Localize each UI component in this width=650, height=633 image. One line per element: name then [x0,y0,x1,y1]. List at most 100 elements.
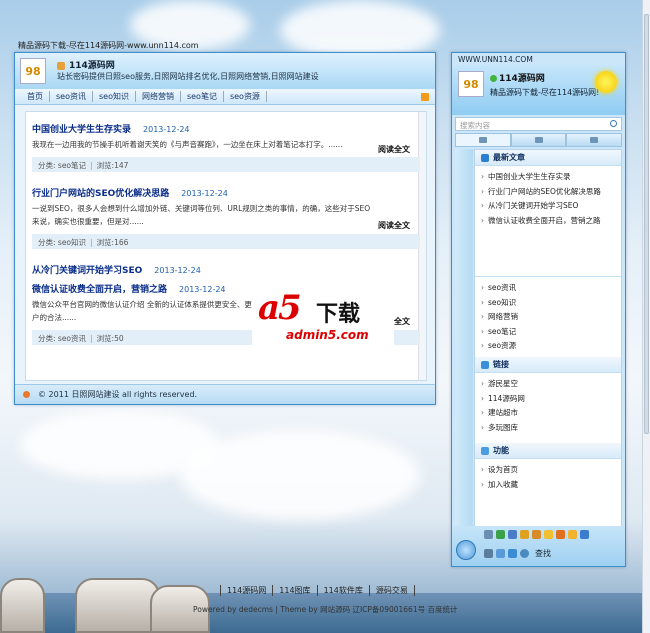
tab-stats[interactable] [566,133,623,147]
nav-seo-resources[interactable]: seo资源 [224,91,267,102]
set-homepage-link[interactable]: 设为首页 [481,463,615,478]
link-icon [481,360,489,369]
functions-list: 设为首页 加入收藏 [475,459,621,496]
settings-icon[interactable] [484,549,493,558]
nav-seo-notes[interactable]: seo笔记 [181,91,224,102]
category-item[interactable]: seo资源 [481,339,615,354]
tab-contacts[interactable] [455,133,511,147]
sound-icon[interactable] [496,549,505,558]
search-placeholder: 搜索内容 [460,121,490,130]
latest-articles-title: 最新文章 [493,153,525,162]
a5-logo-url: admin5.com [286,328,369,342]
online-status-icon[interactable] [490,75,497,82]
nav-seo-news[interactable]: seo资讯 [50,91,93,102]
functions-header[interactable]: 功能 [475,443,621,459]
category-item[interactable]: seo知识 [481,296,615,311]
messages-icon[interactable] [508,549,517,558]
add-favorite-link[interactable]: 加入收藏 [481,478,615,493]
weather-sun-icon[interactable] [595,71,617,93]
article-date: 2013-12-24 [179,285,226,294]
a5-logo-text: 下载 [316,302,361,327]
links-title: 链接 [493,360,509,369]
app-icon[interactable] [544,530,553,539]
article-title[interactable]: 微信认证收费全面开启，营销之路 [32,282,167,295]
search-icon[interactable] [610,120,617,127]
find-icon[interactable] [520,549,529,558]
article-category[interactable]: 分类: seo资讯 [38,334,86,343]
cloud [180,430,420,520]
tool-icons-row: 查找 [484,548,551,559]
latest-article-item[interactable]: 从冷门关键词开始学习SEO [481,199,615,214]
links-list: 游民星空 114源码网 建站超市 多玩图库 [475,373,621,443]
side-search-input[interactable]: 搜索内容 [455,117,622,131]
link-item[interactable]: 游民星空 [481,377,615,392]
powered-by-text: Powered by dedecms | Theme by 网站源码 辽ICP备… [193,605,458,614]
site-title[interactable]: 114源码网 [69,61,115,71]
side-signature[interactable]: 精品源码下载-尽在114源码网! [490,87,599,98]
footer-link[interactable]: 114源码网 [220,585,272,596]
site-title-wrap: 114源码网 [57,58,115,71]
article-category[interactable]: 分类: seo知识 [38,238,86,247]
rss-icon[interactable] [421,93,429,101]
article-title[interactable]: 从冷门关键词开始学习SEO [32,263,142,276]
category-list: seo资讯 seo知识 网络营销 seo笔记 seo资源 [475,277,621,357]
side-name: 114源码网 [499,74,545,84]
side-name-wrap: 114源码网 [490,71,545,84]
side-strip [455,149,473,529]
article-excerpt: 一说到SEO，很多人会想到什么增加外链、关键词等位列、URL规则之类的事情，的确… [32,204,371,226]
read-more-link[interactable]: 阅读全文 [378,144,410,155]
link-item[interactable]: 建站超市 [481,406,615,421]
app-icon[interactable] [556,530,565,539]
nav-marketing[interactable]: 网络营销 [136,91,181,102]
article-views: 浏览:166 [96,238,129,247]
footer-dot-icon [23,391,30,398]
article-date: 2013-12-24 [154,266,201,275]
scrollbar-thumb[interactable] [644,14,649,434]
main-nav: 首页 seo资讯 seo知识 网络营销 seo笔记 seo资源 [15,89,435,105]
latest-article-item[interactable]: 微信认证收费全面开启，营销之路 [481,214,615,229]
side-avatar[interactable]: 98 [458,71,484,97]
nav-home[interactable]: 首页 [21,91,50,102]
footer-link[interactable]: 114图库 [272,585,316,596]
article-views: 浏览:50 [96,334,124,343]
latest-article-item[interactable]: 中国创业大学生生存实录 [481,170,615,185]
latest-articles-list: 中国创业大学生生存实录 行业门户网站的SEO优化解决思路 从冷门关键词开始学习S… [475,166,621,276]
beach-chair-image [0,578,45,633]
app-icon[interactable] [484,530,493,539]
app-icon[interactable] [508,530,517,539]
latest-article-item[interactable]: 行业门户网站的SEO优化解决思路 [481,185,615,200]
footer-link[interactable]: 源码交易 [368,585,415,596]
article-meta: 分类: seo笔记 | 浏览:147 [32,157,420,172]
latest-articles-header[interactable]: 最新文章 [475,150,621,166]
site-logo[interactable]: 98 [20,58,46,84]
category-item[interactable]: seo笔记 [481,325,615,340]
article-title[interactable]: 中国创业大学生生存实录 [32,122,131,135]
article-views: 浏览:147 [96,161,129,170]
app-icon[interactable] [520,530,529,539]
app-icon[interactable] [532,530,541,539]
article-item: 行业门户网站的SEO优化解决思路 2013-12-24 一说到SEO，很多人会想… [32,186,420,249]
nav-seo-knowledge[interactable]: seo知识 [93,91,136,102]
page-scrollbar[interactable] [642,0,650,633]
app-icon[interactable] [580,530,589,539]
article-category[interactable]: 分类: seo笔记 [38,161,86,170]
cloud [280,0,440,60]
copyright-text: © 2011 日照网站建设 all rights reserved. [38,390,198,399]
category-item[interactable]: 网络营销 [481,310,615,325]
qq-menu-icon[interactable] [456,540,476,560]
links-header[interactable]: 链接 [475,357,621,373]
chat-icon [534,137,543,143]
app-icon[interactable] [496,530,505,539]
site-slogan: 站长密码提供日照seo服务,日照网站排名优化,日照网络营销,日照网站建设 [57,72,319,81]
link-item[interactable]: 114源码网 [481,392,615,407]
find-label[interactable]: 查找 [535,548,551,559]
article-title[interactable]: 行业门户网站的SEO优化解决思路 [32,186,169,199]
tab-groups[interactable] [510,133,567,147]
read-more-link[interactable]: 全文 [394,316,410,327]
link-item[interactable]: 多玩图库 [481,421,615,436]
footer-link[interactable]: 114软件库 [316,585,369,596]
side-profile: 98 114源码网 精品源码下载-尽在114源码网! [452,65,625,115]
app-icon[interactable] [568,530,577,539]
read-more-link[interactable]: 阅读全文 [378,220,410,231]
category-item[interactable]: seo资讯 [481,281,615,296]
